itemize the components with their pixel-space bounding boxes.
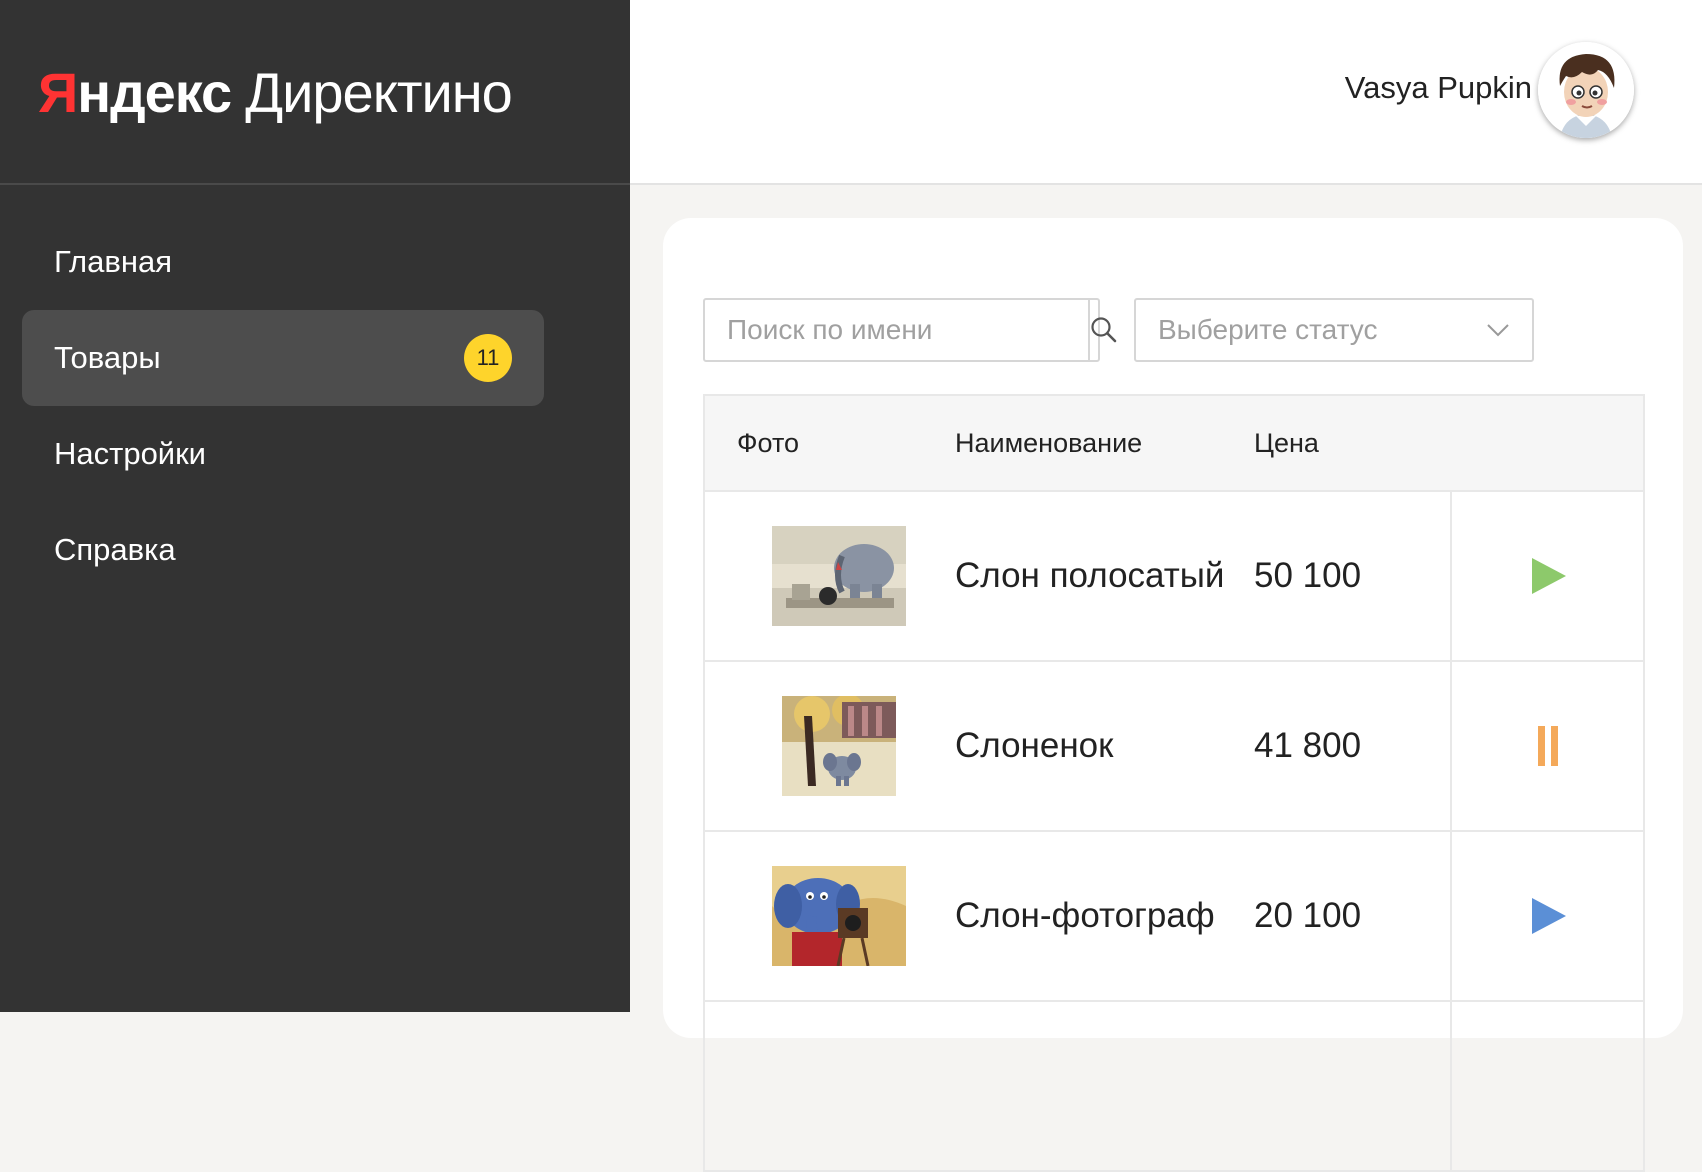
- avatar[interactable]: [1538, 42, 1634, 138]
- product-photo-cell: [705, 492, 946, 660]
- products-card: Выберите статус Фото Наименование Цена: [663, 218, 1683, 1172]
- play-icon: [1531, 898, 1566, 934]
- logo[interactable]: Яндекс Директино: [0, 0, 630, 185]
- product-photo-cell: [705, 832, 946, 1000]
- sidebar-item-products[interactable]: Товары 11: [22, 310, 544, 406]
- status-select-placeholder: Выберите статус: [1158, 314, 1378, 345]
- sidebar-item-home[interactable]: Главная: [22, 214, 544, 310]
- product-name: Слон-фотограф: [955, 896, 1215, 935]
- search-input[interactable]: [705, 300, 1088, 360]
- product-price: 41 800: [1254, 726, 1362, 765]
- search-box: [703, 298, 1117, 362]
- product-thumbnail: [771, 866, 906, 966]
- toggle-status-button[interactable]: [1450, 832, 1643, 1000]
- sidebar-item-settings[interactable]: Настройки: [22, 406, 544, 502]
- chevron-down-icon: [1487, 324, 1509, 337]
- sidebar-item-label: Главная: [54, 244, 172, 279]
- header: Vasya Pupkin: [630, 0, 1702, 185]
- count-badge: 11: [464, 334, 512, 382]
- sidebar-nav: Главная Товары 11 Настройки Справка: [0, 185, 630, 598]
- table-row[interactable]: Слоненок 41 800: [705, 660, 1643, 830]
- user-name[interactable]: Vasya Pupkin: [1345, 70, 1532, 106]
- table-row[interactable]: [705, 1000, 1643, 1170]
- product-name: Слон полосатый: [955, 556, 1225, 595]
- sidebar-item-help[interactable]: Справка: [22, 502, 544, 598]
- pause-icon: [1537, 726, 1558, 766]
- search-icon: [1091, 317, 1117, 343]
- search-button[interactable]: [1088, 300, 1118, 360]
- product-price: 50 100: [1254, 556, 1362, 595]
- sidebar: Яндекс Директино Главная Товары 11 Настро…: [0, 0, 630, 1012]
- product-photo-cell: [705, 662, 946, 830]
- column-header-photo: Фото: [737, 427, 800, 458]
- logo-ya: Я: [38, 61, 78, 124]
- product-photo-cell: [705, 1002, 946, 1170]
- table-row[interactable]: Слон полосатый 50 100: [705, 490, 1643, 660]
- play-icon: [1531, 558, 1566, 594]
- logo-product: Директино: [245, 61, 513, 124]
- product-thumbnail: [771, 526, 906, 626]
- column-header-name: Наименование: [955, 427, 1143, 458]
- toggle-status-button[interactable]: [1450, 1002, 1643, 1170]
- sidebar-item-label: Настройки: [54, 436, 207, 471]
- toggle-status-button[interactable]: [1450, 662, 1643, 830]
- sidebar-item-label: Справка: [54, 532, 176, 567]
- toggle-status-button[interactable]: [1450, 492, 1643, 660]
- column-header-price: Цена: [1254, 427, 1319, 458]
- product-thumbnail: [781, 696, 896, 796]
- logo-ndeks: ндекс: [77, 61, 232, 124]
- product-price: 20 100: [1254, 896, 1362, 935]
- sidebar-item-label: Товары: [54, 340, 161, 375]
- product-name: Слоненок: [955, 726, 1114, 765]
- table-row[interactable]: Слон-фотограф 20 100: [705, 830, 1643, 1000]
- status-select[interactable]: Выберите статус: [1134, 298, 1534, 362]
- table-header: Фото Наименование Цена: [705, 396, 1643, 490]
- products-table: Фото Наименование Цена Слон полосатый 50…: [703, 394, 1645, 1172]
- avatar-image: [1538, 42, 1634, 138]
